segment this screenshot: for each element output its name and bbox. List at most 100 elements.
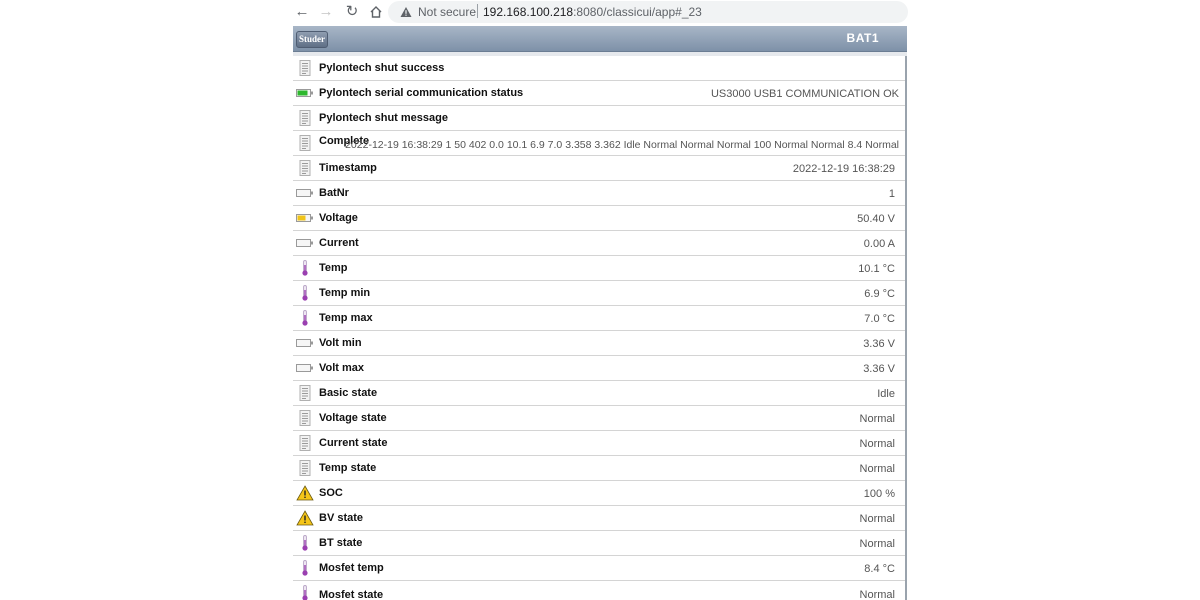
list-item-mosfet-state[interactable]: Mosfet state Normal — [293, 581, 905, 600]
list-item-pylontech-shut-message[interactable]: Pylontech shut message — [293, 106, 905, 131]
url-divider — [477, 4, 478, 18]
item-value: 2022-12-19 16:38:29 1 50 402 0.0 10.1 6.… — [345, 139, 899, 151]
text-icon — [296, 385, 314, 401]
text-icon — [296, 435, 314, 451]
list-item-batnr[interactable]: BatNr 1 — [293, 181, 905, 206]
item-value: 8.4 °C — [864, 563, 895, 575]
item-value: Idle — [877, 388, 895, 400]
warning-icon — [296, 510, 314, 526]
list-item-pylontech-serial-communication-status[interactable]: Pylontech serial communication status US3… — [293, 81, 905, 106]
item-label: Pylontech shut success — [319, 62, 445, 74]
item-label: Pylontech shut message — [319, 112, 448, 124]
item-label: Mosfet state — [319, 589, 384, 600]
forward-arrow-icon[interactable]: → — [316, 2, 336, 22]
list-item-current[interactable]: Current 0.00 A — [293, 231, 905, 256]
item-label: Volt max — [319, 362, 365, 374]
item-label: Temp min — [319, 287, 371, 299]
studer-home-button[interactable]: Studer — [296, 31, 328, 48]
reload-icon[interactable]: ↻ — [342, 2, 362, 22]
list-item-volt-max[interactable]: Volt max 3.36 V — [293, 356, 905, 381]
text-icon — [296, 60, 314, 76]
item-value: 100 % — [863, 488, 895, 500]
thermometer-icon — [296, 310, 314, 326]
battery-empty-icon — [296, 335, 314, 351]
list-item-complete[interactable]: Complete 2022-12-19 16:38:29 1 50 402 0.0… — [293, 131, 905, 156]
item-label: Pylontech serial communication status — [319, 87, 524, 99]
page-title: BAT1 — [846, 31, 879, 45]
item-value: 6.9 °C — [864, 288, 895, 300]
item-value: 50.40 V — [857, 213, 895, 225]
list-item-bt-state[interactable]: BT state Normal — [293, 531, 905, 556]
warning-icon — [296, 485, 314, 501]
item-label: Current state — [319, 437, 388, 449]
security-status[interactable]: Not secure — [418, 5, 476, 19]
item-label: Temp — [319, 262, 348, 274]
item-value: 2022-12-19 16:38:29 — [792, 163, 895, 175]
browser-toolbar: ← → ↻ Not secure 192.168.100.218:8080/cl… — [288, 0, 908, 24]
text-icon — [296, 160, 314, 176]
battery-empty-icon — [296, 235, 314, 251]
list-item-soc[interactable]: SOC 100 % — [293, 481, 905, 506]
item-label: BatNr — [319, 187, 349, 199]
item-value: 0.00 A — [863, 238, 895, 250]
text-icon — [296, 110, 314, 126]
battery-yellow-icon — [296, 210, 314, 226]
list-item-volt-min[interactable]: Volt min 3.36 V — [293, 331, 905, 356]
item-label: Basic state — [319, 387, 378, 399]
item-value: Normal — [859, 413, 895, 425]
list-item-current-state[interactable]: Current state Normal — [293, 431, 905, 456]
app-header: Studer BAT1 — [293, 26, 907, 52]
battery-empty-icon — [296, 185, 314, 201]
item-label: Timestamp — [319, 162, 377, 174]
address-bar[interactable]: Not secure 192.168.100.218:8080/classicu… — [388, 1, 908, 23]
item-value: 1 — [888, 188, 895, 200]
back-arrow-icon[interactable]: ← — [292, 2, 312, 22]
item-value: 3.36 V — [863, 338, 895, 350]
item-value: Normal — [859, 463, 895, 475]
item-label: Temp state — [319, 462, 377, 474]
item-label: Current — [319, 237, 359, 249]
item-label: Volt min — [319, 337, 362, 349]
text-icon — [296, 460, 314, 476]
list-item-voltage[interactable]: Voltage 50.40 V — [293, 206, 905, 231]
item-label: Voltage — [319, 212, 358, 224]
item-value: 10.1 °C — [858, 263, 895, 275]
url-path: :8080/classicui/app#_23 — [573, 5, 702, 19]
item-list: Pylontech shut success Pylontech serial c… — [293, 56, 907, 600]
item-value: Normal — [859, 538, 895, 550]
list-item-temp[interactable]: Temp 10.1 °C — [293, 256, 905, 281]
item-label: Temp max — [319, 312, 373, 324]
url-host: 192.168.100.218 — [483, 5, 574, 19]
list-item-temp-max[interactable]: Temp max 7.0 °C — [293, 306, 905, 331]
list-item-timestamp[interactable]: Timestamp 2022-12-19 16:38:29 — [293, 156, 905, 181]
text-icon — [296, 135, 314, 151]
item-value: Normal — [859, 438, 895, 450]
item-value: US3000 USB1 COMMUNICATION OK — [710, 88, 899, 100]
item-label: BT state — [319, 537, 363, 549]
url-text[interactable]: 192.168.100.218:8080/classicui/app#_23 — [483, 5, 702, 19]
warning-triangle-icon[interactable] — [400, 6, 412, 18]
battery-green-icon — [296, 85, 314, 101]
text-icon — [296, 410, 314, 426]
home-icon[interactable] — [366, 2, 386, 22]
item-value: 7.0 °C — [864, 313, 895, 325]
item-label: SOC — [319, 487, 343, 499]
thermometer-icon — [296, 585, 314, 600]
list-item-pylontech-shut-success[interactable]: Pylontech shut success — [293, 56, 905, 81]
list-item-temp-min[interactable]: Temp min 6.9 °C — [293, 281, 905, 306]
thermometer-icon — [296, 560, 314, 576]
item-value: Normal — [859, 513, 895, 525]
thermometer-icon — [296, 260, 314, 276]
list-item-bv-state[interactable]: BV state Normal — [293, 506, 905, 531]
list-item-temp-state[interactable]: Temp state Normal — [293, 456, 905, 481]
app-frame: Studer BAT1 Pylontech shut success Pylont… — [293, 26, 907, 600]
battery-empty-icon — [296, 360, 314, 376]
list-item-voltage-state[interactable]: Voltage state Normal — [293, 406, 905, 431]
list-item-mosfet-temp[interactable]: Mosfet temp 8.4 °C — [293, 556, 905, 581]
item-label: BV state — [319, 512, 364, 524]
list-item-basic-state[interactable]: Basic state Idle — [293, 381, 905, 406]
item-value: Normal — [859, 589, 895, 600]
thermometer-icon — [296, 535, 314, 551]
thermometer-icon — [296, 285, 314, 301]
item-value: 3.36 V — [863, 363, 895, 375]
